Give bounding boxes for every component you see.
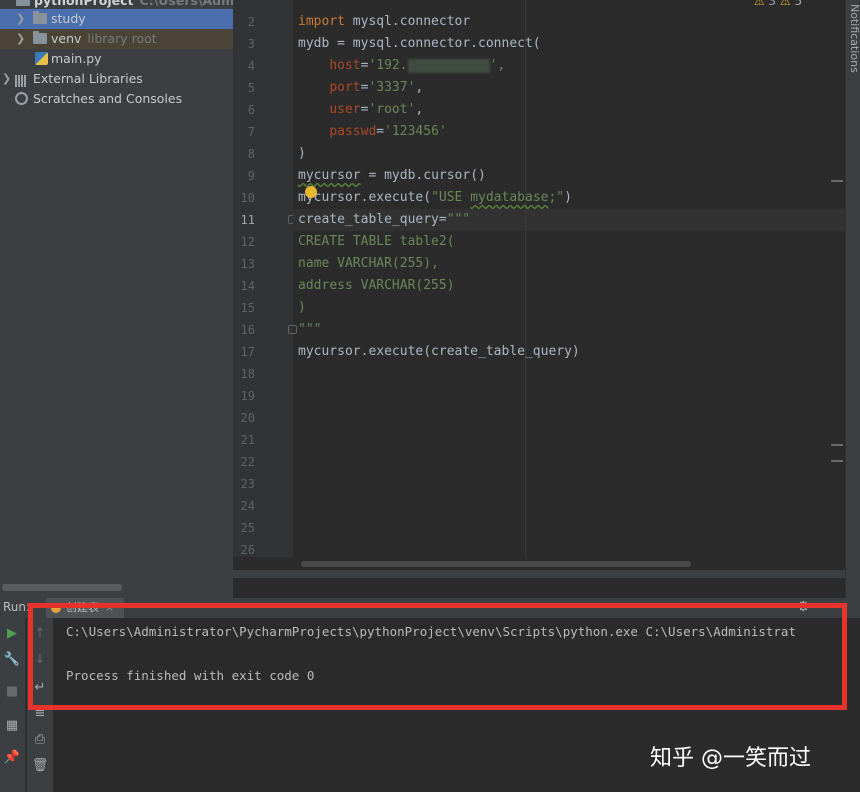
code-line-7[interactable]: passwd='123456' [298, 121, 446, 143]
folder-icon [16, 0, 30, 6]
lightbulb-icon[interactable] [305, 186, 317, 198]
weak-warning-icon: ⚠ [779, 0, 791, 8]
scroll-marker [831, 444, 843, 446]
run-label: Run: [3, 600, 31, 614]
line-number: 12 [240, 235, 255, 249]
line-number: 23 [240, 477, 255, 491]
trash-icon[interactable]: 🗑 [30, 756, 50, 776]
library-icon [15, 73, 29, 87]
code-line-4[interactable]: host='192. ', [298, 55, 505, 77]
warning-icon: ⚠ [753, 0, 765, 8]
code-line-6[interactable]: user='root', [298, 99, 423, 121]
code-editor[interactable]: 2 3 4 5 6 7 8 9 10 11 12 13 14 15 16 17 … [233, 0, 845, 578]
code-line-11[interactable]: create_table_query=""" [298, 209, 470, 231]
tree-item-external-libraries[interactable]: ❯ External Libraries [0, 69, 233, 89]
line-number: 25 [240, 521, 255, 535]
editor-vertical-scrollbar[interactable] [831, 20, 843, 462]
code-line-2[interactable]: import mysql.connector [298, 11, 470, 33]
tree-item-label: External Libraries [33, 71, 143, 86]
tree-item-label: venv [51, 31, 82, 46]
code-line-12[interactable]: CREATE TABLE table2( [298, 231, 455, 253]
line-number: 3 [247, 37, 255, 51]
line-number: 15 [240, 301, 255, 315]
chevron-up-icon[interactable]: ⌃ [810, 0, 820, 8]
editor-horizontal-scroll-area [233, 557, 845, 570]
code-line-16[interactable]: """ [298, 319, 321, 341]
inspection-widget[interactable]: ⚠ 3 ⚠ 5 ⌃ [754, 0, 820, 8]
line-number-gutter: 2 3 4 5 6 7 8 9 10 11 12 13 14 15 16 17 … [233, 0, 297, 570]
line-number: 8 [247, 147, 255, 161]
line-number: 20 [240, 411, 255, 425]
line-number: 9 [247, 169, 255, 183]
code-line-13[interactable]: name VARCHAR(255), [298, 253, 439, 275]
run-toolbar: ▶ 🔧 ■ ▦ 📌 [0, 618, 26, 792]
line-number: 6 [247, 103, 255, 117]
code-line-17[interactable]: mycursor.execute(create_table_query) [298, 341, 580, 363]
run-icon[interactable]: ▶ [2, 624, 22, 644]
line-number: 2 [247, 15, 255, 29]
annotation-highlight-box [28, 603, 847, 710]
line-number: 5 [247, 81, 255, 95]
fold-marker-icon[interactable] [288, 325, 297, 334]
line-number: 4 [247, 59, 255, 73]
line-number: 21 [240, 433, 255, 447]
scroll-marker [831, 180, 843, 182]
pin-icon[interactable]: 📌 [2, 748, 22, 768]
line-number: 19 [240, 389, 255, 403]
right-margin-guide [525, 0, 526, 570]
tree-item-main-py[interactable]: main.py [0, 49, 233, 69]
stop-icon[interactable]: ■ [2, 682, 22, 702]
print-icon[interactable]: ⎙ [30, 730, 50, 750]
tree-item-label: main.py [51, 51, 102, 66]
line-number: 22 [240, 455, 255, 469]
code-line-9[interactable]: mycursor = mydb.cursor() [298, 165, 486, 187]
code-line-10[interactable]: mycursor.execute("USE mydatabase;") [298, 187, 572, 209]
weak-warning-count: 5 [794, 0, 803, 8]
code-line-5[interactable]: port='3337', [298, 77, 423, 99]
line-number: 14 [240, 279, 255, 293]
line-number-current: 11 [240, 213, 255, 227]
folder-icon [33, 11, 47, 24]
project-horizontal-scrollbar[interactable] [2, 584, 122, 591]
scratch-icon [15, 92, 28, 105]
library-root-hint: library root [87, 31, 157, 46]
tree-item-venv[interactable]: ❯ venv library root [0, 29, 233, 49]
line-number: 24 [240, 499, 255, 513]
tree-item-study[interactable]: ❯ study [0, 9, 233, 29]
line-number: 10 [240, 191, 255, 205]
tree-item-scratches[interactable]: Scratches and Consoles [0, 89, 233, 109]
code-line-14[interactable]: address VARCHAR(255) [298, 275, 455, 297]
line-number: 16 [240, 323, 255, 337]
chevron-right-icon[interactable]: ❯ [2, 69, 11, 89]
code-line-3[interactable]: mydb = mysql.connector.connect( [298, 33, 541, 55]
tree-item-label: study [51, 11, 86, 26]
chevron-right-icon[interactable]: ❯ [16, 29, 25, 49]
scroll-marker [831, 460, 843, 462]
folder-icon [33, 31, 47, 44]
tree-item-label: Scratches and Consoles [33, 91, 183, 106]
notifications-tool-strip[interactable]: Notifications [845, 0, 860, 598]
line-number: 18 [240, 367, 255, 381]
watermark: 知乎 @一笑而过 [650, 746, 811, 771]
line-number: 26 [240, 543, 255, 557]
wrench-icon[interactable]: 🔧 [2, 650, 22, 670]
editor-horizontal-scrollbar[interactable] [301, 561, 691, 567]
notifications-label[interactable]: Notifications [848, 4, 860, 73]
redacted-ip-block [407, 58, 490, 73]
code-line-15[interactable]: ) [298, 297, 306, 319]
project-root-name: pythonProject [34, 0, 134, 8]
code-line-8[interactable]: ) [298, 143, 306, 165]
python-file-icon [35, 52, 48, 65]
warning-count: 3 [768, 0, 777, 8]
layout-icon[interactable]: ▦ [2, 716, 22, 736]
chevron-right-icon[interactable]: ❯ [16, 9, 25, 29]
line-number: 17 [240, 345, 255, 359]
line-number: 13 [240, 257, 255, 271]
project-panel: pythonProject C:\Users\Administrator ❯ st… [0, 0, 300, 578]
editor-run-splitter[interactable] [233, 570, 845, 578]
line-number: 7 [247, 125, 255, 139]
